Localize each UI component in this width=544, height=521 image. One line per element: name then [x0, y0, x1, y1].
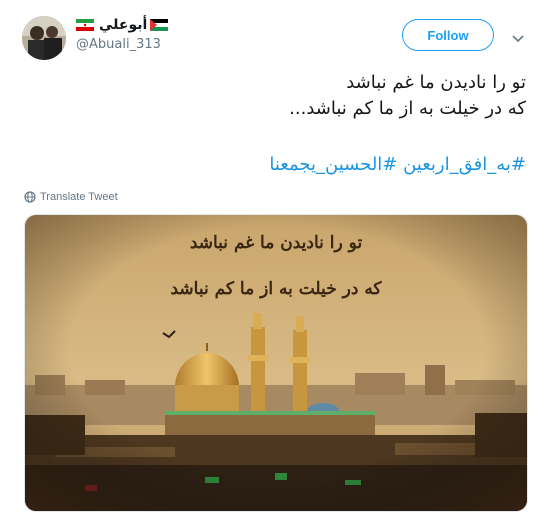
tweet-text-line: که در خیلت به از ما کم نباشد... [289, 98, 526, 119]
tweet-text: تو را نادیدن ما غم نباشد که در خیلت به ا… [26, 70, 526, 122]
globe-icon [24, 191, 36, 203]
tweet-text-line: تو را نادیدن ما غم نباشد [346, 72, 526, 93]
iran-flag-icon [76, 19, 94, 31]
translate-label: Translate Tweet [40, 191, 118, 203]
palestine-flag-icon [150, 19, 169, 31]
follow-button[interactable]: Follow [402, 19, 494, 51]
image-caption-line: تو را نادیدن ما غم نباشد [189, 233, 363, 253]
name-row: أبوعلي [76, 16, 169, 34]
user-handle[interactable]: @Abuali_313 [76, 36, 168, 54]
avatar[interactable] [22, 16, 66, 60]
chevron-down-icon[interactable] [512, 29, 524, 43]
user-info: أبوعلي @Abuali_313 [76, 16, 169, 54]
hashtags[interactable]: #به_افق_اربعین #الحسین_یجمعنا [26, 152, 526, 178]
translate-tweet-link[interactable]: Translate Tweet [24, 191, 118, 203]
image-caption-line: که در خیلت به از ما کم نباشد [170, 279, 382, 299]
tweet-image[interactable]: تو را نادیدن ما غم نباشد که در خیلت به ا… [24, 214, 528, 512]
tweet: أبوعلي @Abuali_313 Follow تو را نادیدن م… [0, 0, 544, 521]
display-name[interactable]: أبوعلي [99, 16, 147, 34]
